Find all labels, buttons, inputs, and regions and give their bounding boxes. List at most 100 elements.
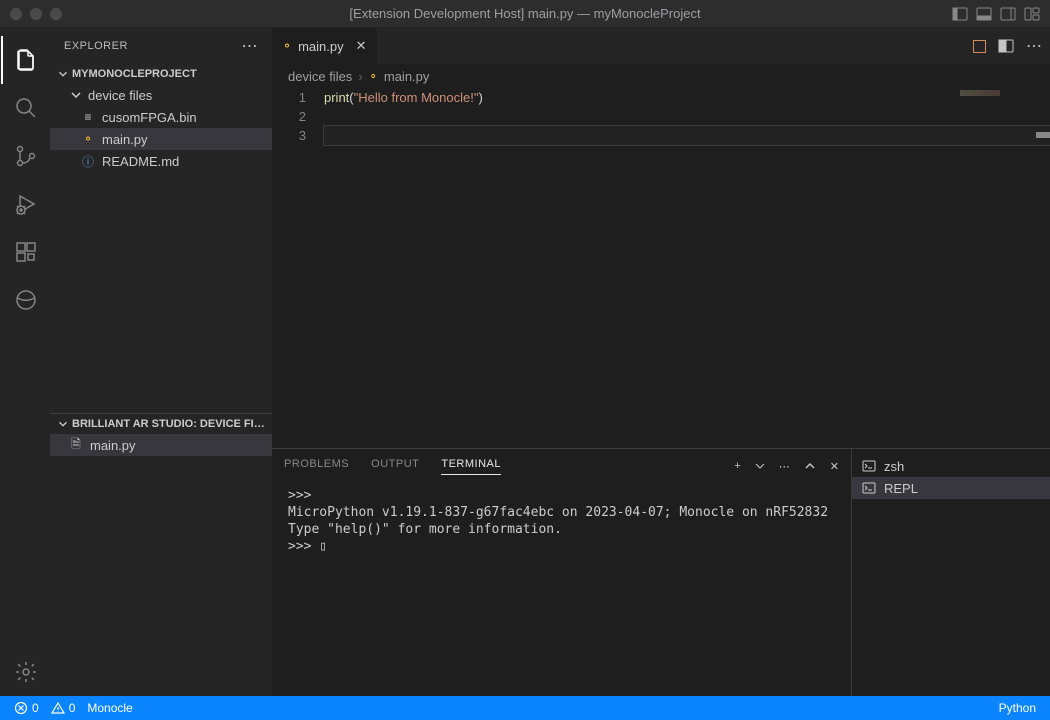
activity-bar [0,28,50,696]
close-icon[interactable]: ✕ [356,38,367,54]
terminal-icon [862,459,876,473]
close-window-icon[interactable] [10,8,22,20]
source-control-activity-icon[interactable] [1,132,49,180]
sidebar-title: EXPLORER [64,40,128,52]
code-editor[interactable]: 1 2 3 print("Hello from Monocle!") [272,88,1050,448]
info-file-icon: ⓘ [80,153,96,169]
device-files-section-toggle[interactable]: BRILLIANT AR STUDIO: DEVICE FI… [50,414,272,434]
warning-count: 0 [69,701,76,715]
code-token: "Hello from Monocle!" [354,90,479,105]
overview-ruler-mark [1036,132,1050,138]
chevron-down-icon [56,67,70,81]
minimap-region [960,90,1000,96]
bottom-panel: PROBLEMS OUTPUT TERMINAL + ⋯ ✕ >>> Micro… [272,448,1050,696]
terminal-dropdown-icon[interactable] [755,461,765,471]
editor-tabs: ⚬ main.py ✕ ⋯ [272,28,1050,64]
explorer-activity-icon[interactable] [1,36,49,84]
line-number: 3 [272,126,306,145]
window-title: [Extension Development Host] main.py — m… [349,6,700,21]
settings-gear-icon[interactable] [1,648,49,696]
line-gutter: 1 2 3 [272,88,324,448]
breadcrumbs[interactable]: device files › ⚬ main.py [272,64,1050,88]
breadcrumb-separator-icon: › [358,69,362,84]
file-readme[interactable]: ⓘ README.md [50,150,272,172]
breadcrumb-folder[interactable]: device files [288,69,352,84]
split-editor-icon[interactable] [998,38,1014,54]
terminal-label: zsh [884,459,904,474]
toggle-primary-sidebar-icon[interactable] [952,6,968,22]
chevron-down-icon [68,87,84,103]
file-label: main.py [102,132,148,147]
file-cusomfpga[interactable]: ≡ cusomFPGA.bin [50,106,272,128]
titlebar: [Extension Development Host] main.py — m… [0,0,1050,28]
status-bar: 0 0 Monocle Python [0,696,1050,720]
file-label: cusomFPGA.bin [102,110,197,125]
device-label: Monocle [87,701,132,715]
chevron-up-icon[interactable] [804,460,816,472]
stop-icon[interactable] [973,40,986,53]
toggle-panel-icon[interactable] [976,6,992,22]
terminal-list: zsh REPL [852,449,1050,696]
close-panel-icon[interactable]: ✕ [830,460,839,473]
status-errors[interactable]: 0 [8,701,45,715]
python-file-icon: ⚬ [80,131,96,147]
file-label: README.md [102,154,179,169]
binary-file-icon: ≡ [80,109,96,125]
custom-activity-icon[interactable] [1,276,49,324]
minimize-window-icon[interactable] [30,8,42,20]
language-label: Python [999,701,1036,715]
breadcrumb-file[interactable]: main.py [384,69,430,84]
status-warnings[interactable]: 0 [45,701,82,715]
sidebar-header: EXPLORER ⋯ [50,28,272,64]
search-activity-icon[interactable] [1,84,49,132]
error-count: 0 [32,701,39,715]
code-token: ) [478,90,482,105]
status-device[interactable]: Monocle [81,701,138,715]
panel-tab-terminal[interactable]: TERMINAL [441,458,501,475]
editor-area: ⚬ main.py ✕ ⋯ device files › ⚬ main.py 1… [272,28,1050,696]
panel-tab-problems[interactable]: PROBLEMS [284,458,349,474]
error-icon [14,701,28,715]
sidebar-more-icon[interactable]: ⋯ [242,36,259,56]
more-actions-icon[interactable]: ⋯ [1026,36,1042,56]
python-file-icon: ⚬ [369,70,378,83]
panel-tabs: PROBLEMS OUTPUT TERMINAL + ⋯ ✕ [272,449,851,483]
line-number: 2 [272,107,306,126]
project-section-toggle[interactable]: MYMONOCLEPROJECT [50,64,272,84]
folder-device-files[interactable]: device files [50,84,272,106]
traffic-lights [10,8,62,20]
editor-actions: ⋯ [973,28,1050,64]
chevron-down-icon [56,417,70,431]
project-name: MYMONOCLEPROJECT [72,68,197,80]
terminal-zsh[interactable]: zsh [852,455,1050,477]
more-icon[interactable]: ⋯ [779,460,790,473]
file-icon: 🗎 [68,437,84,453]
section-label: BRILLIANT AR STUDIO: DEVICE FI… [72,418,265,430]
extensions-activity-icon[interactable] [1,228,49,276]
folder-label: device files [88,88,152,103]
code-content[interactable]: print("Hello from Monocle!") [324,88,1050,448]
python-file-icon: ⚬ [282,39,292,53]
terminal-repl[interactable]: REPL [852,477,1050,499]
minimap[interactable] [950,88,1050,448]
terminal-output[interactable]: >>> MicroPython v1.19.1-837-g67fac4ebc o… [272,483,851,696]
run-debug-activity-icon[interactable] [1,180,49,228]
zoom-window-icon[interactable] [50,8,62,20]
tab-main-py[interactable]: ⚬ main.py ✕ [272,28,378,64]
line-number: 1 [272,88,306,107]
warning-icon [51,701,65,715]
status-language[interactable]: Python [993,701,1042,715]
toggle-secondary-sidebar-icon[interactable] [1000,6,1016,22]
customize-layout-icon[interactable] [1024,6,1040,22]
terminal-icon [862,481,876,495]
file-main-py[interactable]: ⚬ main.py [50,128,272,150]
tab-label: main.py [298,39,344,54]
panel-tab-output[interactable]: OUTPUT [371,458,419,474]
code-token: print [324,90,349,105]
explorer-sidebar: EXPLORER ⋯ MYMONOCLEPROJECT device files… [50,28,272,696]
new-terminal-icon[interactable]: + [734,460,740,472]
titlebar-actions [952,6,1040,22]
file-label: main.py [90,438,136,453]
terminal-label: REPL [884,481,918,496]
device-file-main-py[interactable]: 🗎 main.py [50,434,272,456]
